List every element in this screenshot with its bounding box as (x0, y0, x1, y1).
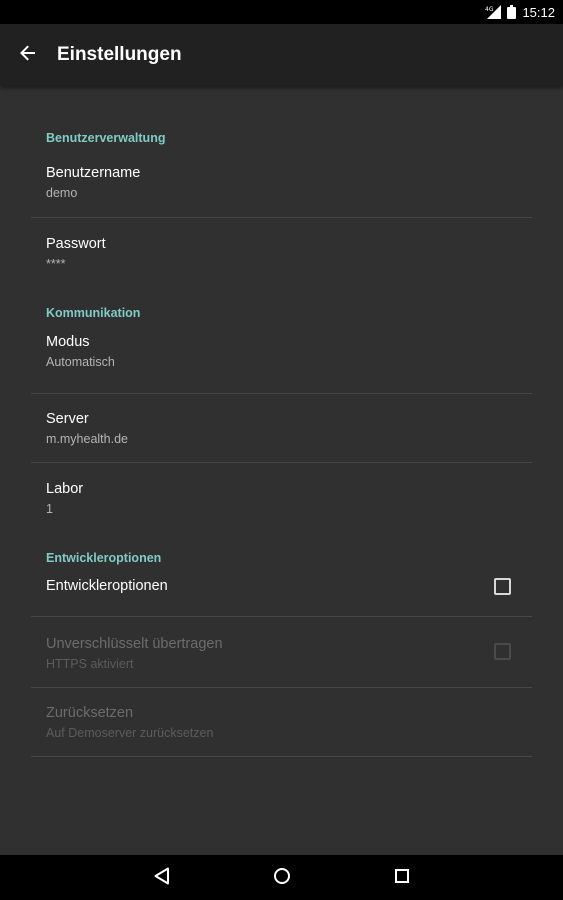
circle-home-icon (273, 867, 291, 889)
pref-unencrypted[interactable]: Unverschlüsselt übertragen HTTPS aktivie… (31, 617, 532, 688)
pref-mode[interactable]: Modus Automatisch (31, 334, 532, 394)
preference-list: Benutzerverwaltung Benutzername demo Pas… (31, 86, 532, 757)
pref-summary: 1 (46, 502, 53, 516)
square-recents-icon (394, 868, 410, 888)
pref-title: Modus (46, 334, 90, 350)
pref-reset[interactable]: Zurücksetzen Auf Demoserver zurücksetzen (31, 688, 532, 757)
svg-text:4G: 4G (485, 6, 494, 13)
pref-summary: m.myhealth.de (46, 432, 128, 446)
pref-summary: **** (46, 257, 66, 271)
pref-summary: demo (46, 186, 78, 200)
navigation-bar (0, 855, 563, 900)
pref-password[interactable]: Passwort **** (31, 218, 532, 288)
category-kommunikation: Kommunikation (46, 306, 141, 320)
pref-title: Benutzername (46, 165, 141, 181)
pref-dev-options[interactable]: Entwickleroptionen (31, 573, 532, 617)
category-benutzerverwaltung: Benutzerverwaltung (46, 131, 166, 145)
signal-icon: 4G (485, 5, 502, 19)
status-time: 15:12 (522, 4, 555, 20)
pref-title: Entwickleroptionen (46, 578, 168, 594)
pref-summary: Automatisch (46, 355, 115, 369)
pref-summary: Auf Demoserver zurücksetzen (46, 726, 214, 740)
pref-title: Zurücksetzen (46, 705, 134, 721)
arrow-back-icon (20, 45, 36, 65)
dev-options-checkbox[interactable] (494, 578, 511, 595)
pref-lab[interactable]: Labor 1 (31, 463, 532, 533)
unencrypted-checkbox[interactable] (494, 643, 511, 660)
category-entwickleroptionen: Entwickleroptionen (46, 551, 162, 565)
pref-server[interactable]: Server m.myhealth.de (31, 394, 532, 463)
pref-title: Labor (46, 481, 84, 497)
pref-title: Server (46, 411, 89, 427)
pref-title: Passwort (46, 236, 106, 252)
pref-username[interactable]: Benutzername demo (31, 138, 532, 218)
status-bar: 4G 15:12 (0, 0, 563, 24)
nav-recents-button[interactable] (342, 855, 462, 900)
page-title: Einstellungen (57, 44, 182, 65)
back-button[interactable] (0, 27, 56, 83)
triangle-back-icon (154, 867, 170, 889)
nav-back-button[interactable] (102, 855, 222, 900)
battery-icon (507, 5, 517, 19)
app-bar: Einstellungen (0, 24, 563, 86)
pref-title: Unverschlüsselt übertragen (46, 636, 223, 652)
nav-home-button[interactable] (222, 855, 342, 900)
pref-summary: HTTPS aktiviert (46, 657, 134, 671)
